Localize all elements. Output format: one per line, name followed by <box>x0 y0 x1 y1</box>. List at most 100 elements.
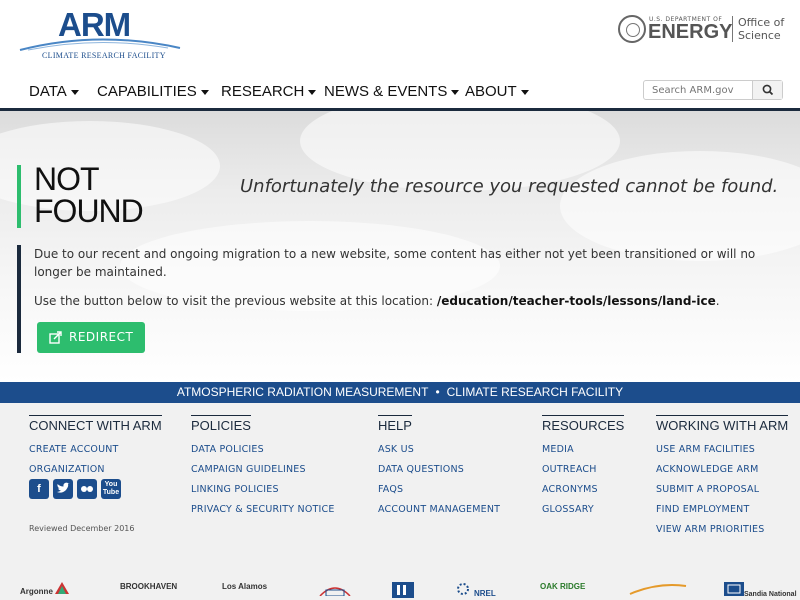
lab-name: Argonne <box>20 587 53 596</box>
nav-about-label: ABOUT <box>465 83 517 100</box>
footer-link-find-employment[interactable]: FIND EMPLOYMENT <box>656 504 788 515</box>
twitter-bird-icon <box>57 482 70 493</box>
chevron-down-icon <box>451 89 460 95</box>
search-box <box>643 80 783 100</box>
footer-link-faqs[interactable]: FAQS <box>378 484 500 495</box>
nav-news-events-label: NEWS & EVENTS <box>324 83 448 100</box>
science-label: Science <box>738 29 781 42</box>
argonne-triangle-icon <box>55 582 70 594</box>
footer-link-submit-proposal[interactable]: SUBMIT A PROPOSAL <box>656 484 788 495</box>
footer-col-help: HELP ASK US DATA QUESTIONS FAQS ACCOUNT … <box>378 415 500 515</box>
flickr-dots-icon <box>81 486 93 492</box>
footer-link-data-questions[interactable]: DATA QUESTIONS <box>378 464 500 475</box>
logo-subtitle: CLIMATE RESEARCH FACILITY <box>42 51 166 60</box>
footer-link-linking-policies[interactable]: LINKING POLICIES <box>191 484 335 495</box>
lab-logo-brookhaven[interactable]: BROOKHAVEN <box>120 582 177 591</box>
nrel-sun-icon <box>457 583 469 595</box>
not-found-message: Unfortunately the resource you requested… <box>240 176 779 197</box>
lab-logo-los-alamos[interactable]: Los Alamos <box>222 582 267 591</box>
footer-link-create-account[interactable]: CREATE ACCOUNT <box>29 444 162 455</box>
lab-logo-lbnl-icon[interactable] <box>392 582 414 600</box>
chevron-down-icon <box>308 89 317 95</box>
lab-logo-oak-ridge[interactable]: OAK RIDGE <box>540 582 585 591</box>
lbnl-mark-icon <box>392 582 414 598</box>
logo-swoosh-icon <box>19 38 181 51</box>
footer-link-use-facilities[interactable]: USE ARM FACILITIES <box>656 444 788 455</box>
doe-energy: ENERGY <box>648 21 733 43</box>
nav-research[interactable]: RESEARCH <box>221 83 317 100</box>
facebook-icon[interactable]: f <box>29 479 49 499</box>
nav-about[interactable]: ABOUT <box>465 83 529 100</box>
footer-heading: RESOURCES <box>542 415 625 433</box>
banner-right: CLIMATE RESEARCH FACILITY <box>446 385 624 399</box>
search-icon <box>762 84 774 96</box>
footer-link-ask-us[interactable]: ASK US <box>378 444 500 455</box>
youtube-icon[interactable]: You Tube <box>101 479 121 499</box>
twitter-icon[interactable] <box>53 479 73 499</box>
footer-col-connect: CONNECT WITH ARM CREATE ACCOUNT ORGANIZA… <box>29 415 162 475</box>
footer-heading: CONNECT WITH ARM <box>29 415 162 433</box>
lab-logos: Argonne BROOKHAVEN Los Alamos NREL OAK R… <box>0 578 800 600</box>
footer-link-data-policies[interactable]: DATA POLICIES <box>191 444 335 455</box>
lab-name: NREL <box>474 589 496 598</box>
chevron-down-icon <box>520 89 529 95</box>
title-accent-bar <box>17 165 21 228</box>
previous-site-prefix: Use the button below to visit the previo… <box>34 294 437 308</box>
footer-link-privacy[interactable]: PRIVACY & SECURITY NOTICE <box>191 504 335 515</box>
doe-logo[interactable]: U.S. DEPARTMENT OF ENERGY Office of Scie… <box>618 14 788 46</box>
previous-site-path: /education/teacher-tools/lessons/land-ic… <box>436 294 716 308</box>
sandia-mark-icon <box>724 582 744 596</box>
footer-link-account-management[interactable]: ACCOUNT MANAGEMENT <box>378 504 500 515</box>
nav-data-label: DATA <box>29 83 67 100</box>
lab-logo-pnnl-swoosh-icon[interactable] <box>628 582 688 598</box>
footer-link-glossary[interactable]: GLOSSARY <box>542 504 624 515</box>
doe-seal-icon <box>618 15 646 43</box>
nav-news-events[interactable]: NEWS & EVENTS <box>324 83 460 100</box>
youtube-line1: You <box>104 481 118 488</box>
nav-capabilities-label: CAPABILITIES <box>97 83 197 100</box>
footer-link-acknowledge[interactable]: ACKNOWLEDGE ARM <box>656 464 788 475</box>
lab-name: Sandia National <box>744 591 797 598</box>
footer-col-resources: RESOURCES MEDIA OUTREACH ACRONYMS GLOSSA… <box>542 415 625 515</box>
chevron-down-icon <box>200 89 209 95</box>
footer-link-view-priorities[interactable]: VIEW ARM PRIORITIES <box>656 524 788 535</box>
nav-research-label: RESEARCH <box>221 83 305 100</box>
footer-link-organization[interactable]: ORGANIZATION <box>29 464 162 475</box>
youtube-line2: Tube <box>102 489 120 496</box>
nav-data[interactable]: DATA <box>29 83 79 100</box>
search-input[interactable] <box>644 81 754 99</box>
building-icon <box>319 587 351 597</box>
previous-site-suffix: . <box>715 294 720 308</box>
redirect-button[interactable]: REDIRECT <box>37 322 145 353</box>
search-button[interactable] <box>752 81 782 99</box>
footer-link-media[interactable]: MEDIA <box>542 444 624 455</box>
banner-left: ATMOSPHERIC RADIATION MEASUREMENT <box>176 385 429 399</box>
footer-heading: HELP <box>378 415 412 433</box>
not-found-section: NOT FOUND Unfortunately the resource you… <box>0 111 800 382</box>
office-of-label: Office of <box>738 16 785 29</box>
chevron-down-icon <box>70 89 79 95</box>
footer-col-policies: POLICIES DATA POLICIES CAMPAIGN GUIDELIN… <box>191 415 335 515</box>
flickr-icon[interactable] <box>77 479 97 499</box>
migration-notice: Due to our recent and ongoing migration … <box>34 247 756 279</box>
doe-divider <box>732 16 733 42</box>
footer-link-acronyms[interactable]: ACRONYMS <box>542 484 624 495</box>
lab-logo-pnnl-icon[interactable] <box>318 582 352 598</box>
footer-heading: POLICIES <box>191 415 251 433</box>
footer-link-outreach[interactable]: OUTREACH <box>542 464 624 475</box>
footer-link-campaign-guidelines[interactable]: CAMPAIGN GUIDELINES <box>191 464 335 475</box>
lab-logo-nrel[interactable]: NREL <box>452 582 496 598</box>
lab-logo-sandia[interactable]: Sandia National <box>724 582 797 598</box>
external-link-icon <box>49 331 62 344</box>
page-title: NOT FOUND <box>34 161 144 229</box>
footer-heading: WORKING WITH ARM <box>656 415 789 433</box>
footer-col-working: WORKING WITH ARM USE ARM FACILITIES ACKN… <box>656 415 789 535</box>
office-of-science: Office of Science <box>738 16 788 42</box>
previous-site-notice: Use the button below to visit the previo… <box>34 292 784 310</box>
arm-logo[interactable]: ARM CLIMATE RESEARCH FACILITY <box>18 6 183 64</box>
nav-capabilities[interactable]: CAPABILITIES <box>97 83 209 100</box>
lab-logo-argonne[interactable]: Argonne <box>20 582 70 596</box>
redirect-label: REDIRECT <box>69 330 134 344</box>
site-footer: CONNECT WITH ARM CREATE ACCOUNT ORGANIZA… <box>0 403 800 600</box>
swoosh-icon <box>629 584 687 595</box>
